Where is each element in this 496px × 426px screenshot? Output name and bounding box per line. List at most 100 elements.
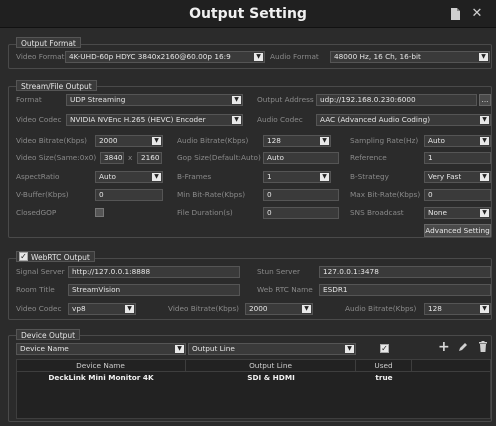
max-bitrate-input[interactable]: 0: [424, 189, 491, 201]
reference-label: Reference: [350, 153, 387, 162]
column-header-output-line[interactable]: Output Line: [186, 360, 356, 371]
audio-codec-value: AAC (Advanced Audio Coding): [320, 115, 431, 124]
output-address-label: Output Address: [257, 95, 314, 104]
video-size-separator: x: [128, 153, 133, 162]
output-format-title: Output Format: [16, 37, 81, 48]
bstrategy-value: Very Fast: [428, 172, 462, 181]
stun-server-label: Stun Server: [257, 267, 300, 276]
video-width-input[interactable]: 3840: [100, 152, 124, 164]
output-address-input[interactable]: udp://192.168.0.230:6000: [316, 94, 477, 106]
row-used: true: [375, 373, 393, 382]
column-header-used[interactable]: Used: [356, 360, 412, 371]
signal-server-input[interactable]: http://127.0.0.1:8888: [68, 266, 240, 278]
bstrategy-select[interactable]: Very Fast ▼: [424, 171, 491, 183]
chevron-down-icon: ▼: [175, 345, 184, 353]
room-title-input[interactable]: StreamVision: [68, 284, 240, 296]
bframes-select[interactable]: 1 ▼: [263, 171, 331, 183]
audio-format-select[interactable]: 48000 Hz, 16 Ch, 16-bit ▼: [330, 51, 490, 63]
webrtc-video-bitrate-value: 2000: [249, 304, 268, 313]
document-icon[interactable]: [448, 8, 462, 20]
stream-output-title: Stream/File Output: [16, 80, 97, 91]
video-bitrate-value: 2000: [99, 136, 118, 145]
column-header-device-name[interactable]: Device Name: [16, 360, 186, 371]
chevron-down-icon: ▼: [254, 53, 263, 61]
bframes-label: B-Frames: [177, 172, 212, 181]
window-title: Output Setting: [189, 6, 307, 22]
chevron-down-icon: ▼: [302, 305, 311, 313]
chevron-down-icon: ▼: [480, 137, 489, 145]
row-output-line: SDI & HDMI: [247, 373, 295, 382]
webrtc-video-codec-value: vp8: [72, 304, 86, 313]
row-device-name: DeckLink Mini Monitor 4K: [48, 373, 154, 382]
video-codec-select[interactable]: NVIDIA NVEnc H.265 (HEVC) Encoder ▼: [66, 114, 243, 126]
output-line-select[interactable]: Output Line ▼: [188, 343, 356, 355]
edit-icon[interactable]: [458, 342, 468, 354]
closed-gop-checkbox[interactable]: [95, 208, 104, 217]
room-title-label: Room Title: [16, 285, 55, 294]
audio-codec-select[interactable]: AAC (Advanced Audio Coding) ▼: [316, 114, 491, 126]
gop-size-input[interactable]: Auto: [263, 152, 339, 164]
video-format-select[interactable]: 4K-UHD-60p HDYC 3840x2160@60.00p 16:9 ▼: [65, 51, 265, 63]
format-select[interactable]: UDP Streaming ▼: [66, 94, 243, 106]
used-checkbox[interactable]: ✓: [380, 344, 389, 353]
video-height-input[interactable]: 2160: [137, 152, 162, 164]
webrtc-video-bitrate-select[interactable]: 2000 ▼: [245, 303, 313, 315]
webrtc-audio-bitrate-label: Audio Bitrate(Kbps): [345, 304, 417, 313]
chevron-down-icon: ▼: [480, 305, 489, 313]
webrtc-enable-checkbox[interactable]: ✓: [19, 252, 28, 261]
video-codec-label: Video Codec: [16, 115, 62, 124]
audio-format-label: Audio Format: [270, 52, 319, 61]
audio-codec-label: Audio Codec: [257, 115, 303, 124]
webrtc-audio-bitrate-select[interactable]: 128 ▼: [424, 303, 491, 315]
audio-bitrate-select[interactable]: 128 ▼: [263, 135, 331, 147]
audio-bitrate-value: 128: [267, 136, 281, 145]
chevron-down-icon: ▼: [480, 116, 489, 124]
rtc-name-label: Web RTC Name: [257, 285, 313, 294]
aspect-ratio-select[interactable]: Auto ▼: [95, 171, 163, 183]
video-codec-value: NVIDIA NVEnc H.265 (HEVC) Encoder: [70, 115, 206, 124]
video-format-label: Video Format: [16, 52, 65, 61]
audio-format-value: 48000 Hz, 16 Ch, 16-bit: [334, 52, 421, 61]
chevron-down-icon: ▼: [152, 137, 161, 145]
webrtc-video-codec-select[interactable]: vp8 ▼: [68, 303, 136, 315]
add-icon[interactable]: +: [438, 339, 450, 355]
gop-size-label: Gop Size(Default:Auto): [177, 153, 261, 162]
webrtc-video-codec-label: Video Codec: [16, 304, 62, 313]
video-bitrate-label: Video Bitrate(Kbps): [16, 136, 88, 145]
video-size-label: Video Size(Same:0x0): [16, 153, 97, 162]
sampling-rate-value: Auto: [428, 136, 445, 145]
chevron-down-icon: ▼: [320, 137, 329, 145]
signal-server-label: Signal Server: [16, 267, 65, 276]
reference-input[interactable]: 1: [424, 152, 491, 164]
trash-icon[interactable]: [478, 341, 488, 354]
audio-bitrate-label: Audio Bitrate(Kbps): [177, 136, 249, 145]
webrtc-audio-bitrate-value: 128: [428, 304, 442, 313]
video-bitrate-select[interactable]: 2000 ▼: [95, 135, 163, 147]
sns-broadcast-select[interactable]: None ▼: [424, 207, 491, 219]
chevron-down-icon: ▼: [480, 209, 489, 217]
file-duration-input[interactable]: 0: [263, 207, 339, 219]
format-label: Format: [16, 95, 42, 104]
chevron-down-icon: ▼: [480, 173, 489, 181]
max-bitrate-label: Max Bit-Rate(Kbps): [350, 190, 421, 199]
chevron-down-icon: ▼: [479, 53, 488, 61]
chevron-down-icon: ▼: [125, 305, 134, 313]
min-bitrate-input[interactable]: 0: [263, 189, 339, 201]
stun-server-input[interactable]: 127.0.0.1:3478: [319, 266, 491, 278]
browse-button[interactable]: ...: [479, 94, 491, 106]
device-name-select[interactable]: Device Name ▼: [16, 343, 186, 355]
device-name-select-value: Device Name: [20, 344, 69, 353]
close-icon[interactable]: ✕: [470, 7, 484, 20]
chevron-down-icon: ▼: [152, 173, 161, 181]
chevron-down-icon: ▼: [320, 173, 329, 181]
min-bitrate-label: Min Bit-Rate(Kbps): [177, 190, 246, 199]
sampling-rate-select[interactable]: Auto ▼: [424, 135, 491, 147]
chevron-down-icon: ▼: [232, 96, 241, 104]
advanced-setting-button[interactable]: Advanced Setting: [424, 224, 491, 237]
rtc-name-input[interactable]: ESDR1: [319, 284, 491, 296]
vbuffer-input[interactable]: 0: [95, 189, 163, 201]
chevron-down-icon: ▼: [345, 345, 354, 353]
device-output-title: Device Output: [16, 329, 81, 340]
format-value: UDP Streaming: [70, 95, 126, 104]
sampling-rate-label: Sampling Rate(Hz): [350, 136, 419, 145]
